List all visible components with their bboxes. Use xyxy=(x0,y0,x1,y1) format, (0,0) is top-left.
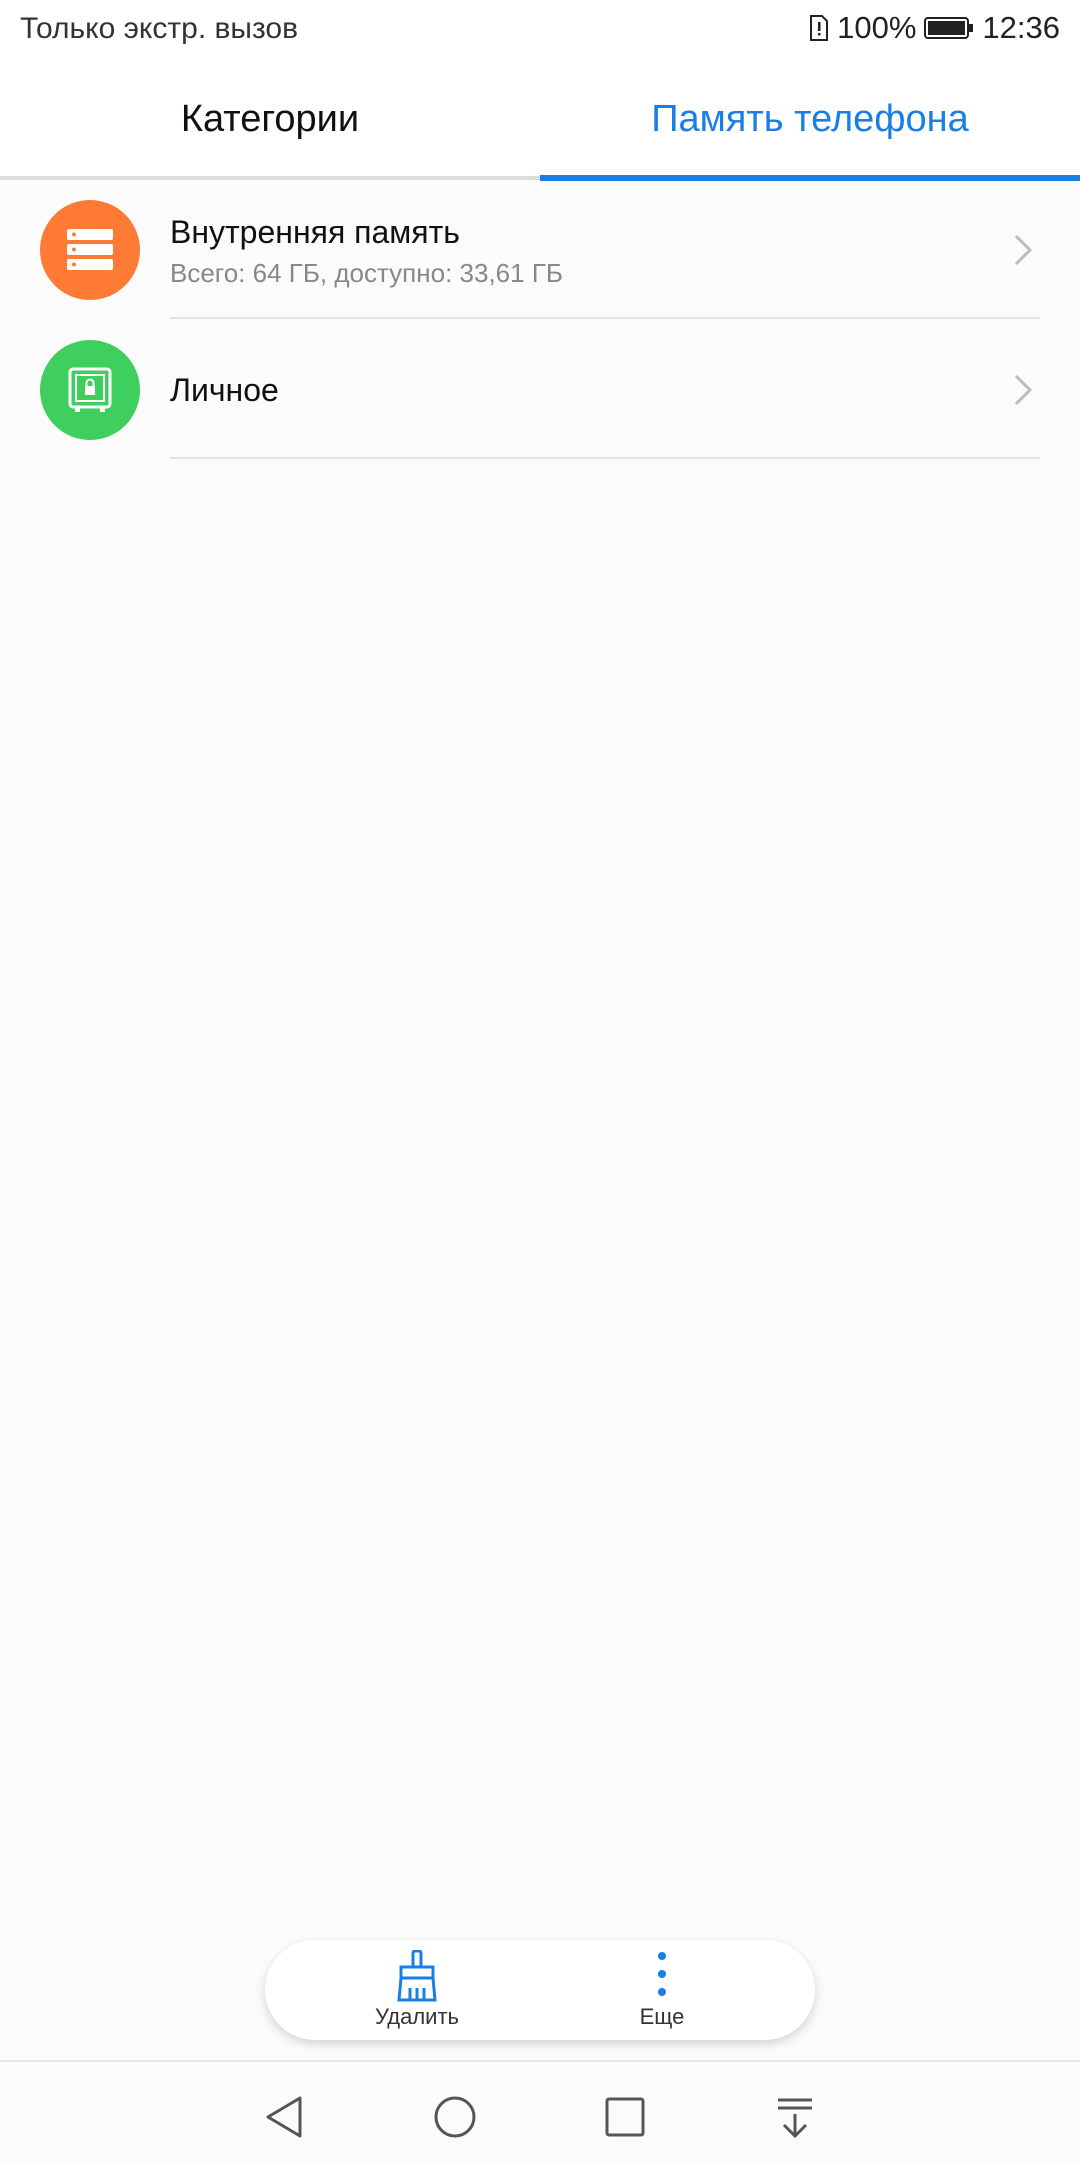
status-right-group: 100% 12:36 xyxy=(809,10,1060,46)
more-label: Еще xyxy=(639,2004,685,2029)
list-item-personal[interactable]: Личное xyxy=(0,320,1080,460)
status-bar: Только экстр. вызов 100% 12:36 xyxy=(0,0,1080,62)
chevron-right-icon xyxy=(1014,374,1033,406)
broom-icon xyxy=(397,1950,437,2002)
tab-bar: Категории Память телефона xyxy=(0,62,1080,181)
list-item-internal-storage[interactable]: Внутренняя память Всего: 64 ГБ, доступно… xyxy=(0,180,1080,320)
list-item-subtitle: Всего: 64 ГБ, доступно: 33,61 ГБ xyxy=(170,258,563,288)
bottom-action-bar: Удалить Еще xyxy=(265,1940,815,2040)
more-button[interactable]: Еще xyxy=(562,1940,762,2040)
list-item-title: Внутренняя память xyxy=(170,214,460,250)
recents-icon[interactable] xyxy=(600,2092,650,2142)
carrier-status-text: Только экстр. вызов xyxy=(20,12,299,45)
divider xyxy=(170,317,1040,319)
storage-icon xyxy=(40,200,140,300)
safe-icon xyxy=(40,340,140,440)
delete-label: Удалить xyxy=(375,2004,459,2029)
tab-phone-memory[interactable]: Память телефона xyxy=(540,62,1080,176)
delete-button[interactable]: Удалить xyxy=(317,1940,517,2040)
clock: 12:36 xyxy=(982,10,1060,45)
system-navigation-bar xyxy=(0,2060,1080,2162)
home-icon[interactable] xyxy=(430,2092,480,2142)
notification-pull-icon[interactable] xyxy=(770,2092,820,2142)
divider xyxy=(170,457,1040,459)
battery-icon xyxy=(924,17,974,39)
more-vertical-icon xyxy=(658,1952,666,1996)
list-item-title: Личное xyxy=(170,372,279,408)
chevron-right-icon xyxy=(1014,234,1033,266)
battery-percent: 100% xyxy=(837,10,917,45)
tab-categories[interactable]: Категории xyxy=(0,62,540,176)
back-icon[interactable] xyxy=(260,2092,310,2142)
sim-alert-icon xyxy=(810,15,829,41)
